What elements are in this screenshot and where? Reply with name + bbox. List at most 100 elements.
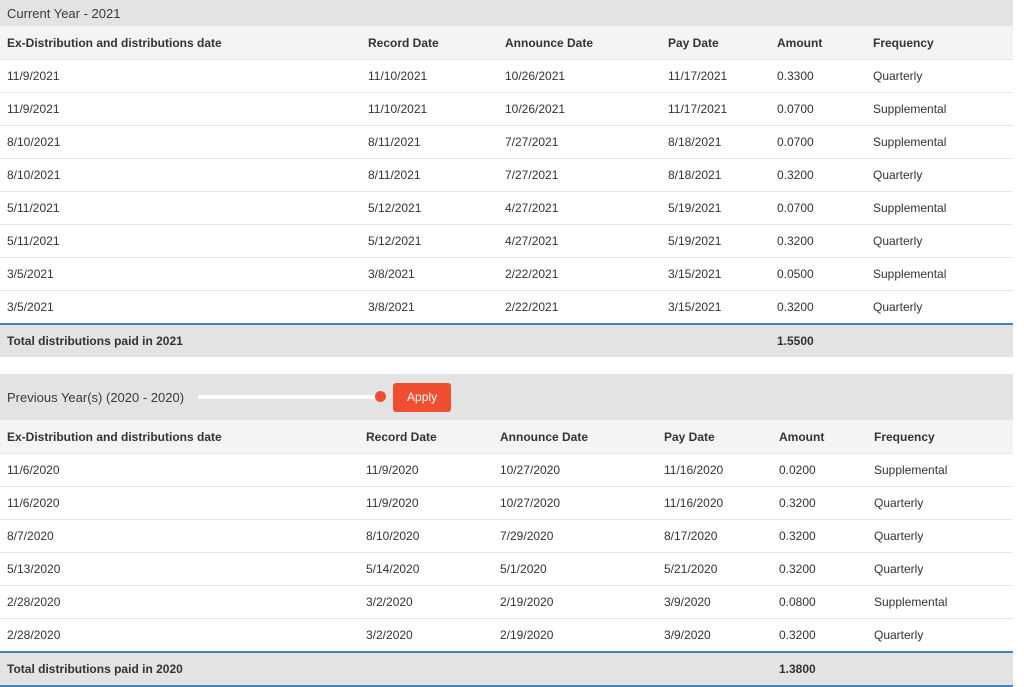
pay-date-cell: 5/21/2020: [657, 552, 772, 586]
ex-date-cell: 11/6/2020: [0, 486, 359, 520]
amount-cell: 0.0700: [770, 92, 866, 126]
frequency-cell: Quarterly: [866, 290, 1013, 324]
announce-date-cell: 2/22/2021: [498, 257, 661, 291]
announce-date-cell: 10/27/2020: [493, 486, 657, 520]
frequency-cell: Supplemental: [866, 257, 1013, 291]
ex-date-cell: 11/9/2021: [0, 92, 361, 126]
slider-handle[interactable]: [375, 391, 387, 402]
pay-date-cell: 11/17/2021: [661, 92, 770, 126]
total-row-2021: Total distributions paid in 2021 1.5500: [0, 323, 1013, 359]
column-header-ex-date[interactable]: Ex-Distribution and distributions date: [0, 26, 361, 60]
column-header-pay-date[interactable]: Pay Date: [661, 26, 770, 60]
amount-cell: 0.3200: [772, 618, 867, 652]
previous-years-header: Previous Year(s) (2020 - 2020) Apply: [0, 374, 1013, 420]
pay-date-cell: 5/19/2021: [661, 191, 770, 225]
column-header-announce-date[interactable]: Announce Date: [493, 420, 657, 454]
pay-date-cell: 8/18/2021: [661, 125, 770, 159]
announce-date-cell: 4/27/2021: [498, 191, 661, 225]
pay-date-cell: 3/15/2021: [661, 290, 770, 324]
current-year-table: Ex-Distribution and distributions date R…: [0, 26, 1013, 359]
ex-date-cell: 8/10/2021: [0, 158, 361, 192]
column-header-record-date[interactable]: Record Date: [359, 420, 493, 454]
amount-cell: 0.3200: [770, 290, 866, 324]
table-row: 8/10/2021 8/11/2021 7/27/2021 8/18/2021 …: [0, 158, 1013, 192]
pay-date-cell: 5/19/2021: [661, 224, 770, 258]
frequency-cell: Supplemental: [867, 453, 1013, 487]
table-row: 2/28/2020 3/2/2020 2/19/2020 3/9/2020 0.…: [0, 618, 1013, 652]
announce-date-cell: 7/27/2021: [498, 125, 661, 159]
announce-date-cell: 4/27/2021: [498, 224, 661, 258]
frequency-cell: Supplemental: [866, 125, 1013, 159]
announce-date-cell: 7/29/2020: [493, 519, 657, 553]
column-header-frequency[interactable]: Frequency: [867, 420, 1013, 454]
table-row: 11/9/2021 11/10/2021 10/26/2021 11/17/20…: [0, 92, 1013, 126]
table-row: 11/6/2020 11/9/2020 10/27/2020 11/16/202…: [0, 453, 1013, 487]
column-header-frequency[interactable]: Frequency: [866, 26, 1013, 60]
announce-date-cell: 2/19/2020: [493, 618, 657, 652]
total-value: 1.3800: [772, 651, 867, 687]
current-year-column-headers: Ex-Distribution and distributions date R…: [0, 26, 1013, 60]
ex-date-cell: 11/9/2021: [0, 59, 361, 93]
ex-date-cell: 3/5/2021: [0, 290, 361, 324]
current-year-title: Current Year - 2021: [7, 5, 121, 21]
record-date-cell: 8/11/2021: [361, 158, 498, 192]
record-date-cell: 5/12/2021: [361, 224, 498, 258]
column-header-ex-date[interactable]: Ex-Distribution and distributions date: [0, 420, 359, 454]
frequency-cell: Quarterly: [866, 59, 1013, 93]
column-header-announce-date[interactable]: Announce Date: [498, 26, 661, 60]
pay-date-cell: 3/9/2020: [657, 618, 772, 652]
ex-date-cell: 8/7/2020: [0, 519, 359, 553]
frequency-cell: Quarterly: [866, 224, 1013, 258]
record-date-cell: 5/14/2020: [359, 552, 493, 586]
previous-years-title: Previous Year(s) (2020 - 2020): [7, 389, 185, 405]
amount-cell: 0.0500: [770, 257, 866, 291]
current-year-panel: Current Year - 2021 Ex-Distribution and …: [0, 0, 1013, 359]
column-header-record-date[interactable]: Record Date: [361, 26, 498, 60]
year-range-slider[interactable]: [198, 390, 387, 404]
pay-date-cell: 8/17/2020: [657, 519, 772, 553]
current-year-header: Current Year - 2021: [0, 0, 1013, 26]
amount-cell: 0.0800: [772, 585, 867, 619]
slider-track[interactable]: [198, 395, 381, 399]
pay-date-cell: 3/9/2020: [657, 585, 772, 619]
announce-date-cell: 2/22/2021: [498, 290, 661, 324]
ex-date-cell: 5/11/2021: [0, 191, 361, 225]
column-header-pay-date[interactable]: Pay Date: [657, 420, 772, 454]
ex-date-cell: 3/5/2021: [0, 257, 361, 291]
pay-date-cell: 11/16/2020: [657, 486, 772, 520]
ex-date-cell: 8/10/2021: [0, 125, 361, 159]
apply-button[interactable]: Apply: [393, 382, 452, 412]
table-row: 2/28/2020 3/2/2020 2/19/2020 3/9/2020 0.…: [0, 585, 1013, 619]
table-row: 11/9/2021 11/10/2021 10/26/2021 11/17/20…: [0, 59, 1013, 93]
amount-cell: 0.0200: [772, 453, 867, 487]
frequency-cell: Quarterly: [867, 552, 1013, 586]
amount-cell: 0.0700: [770, 125, 866, 159]
pay-date-cell: 11/16/2020: [657, 453, 772, 487]
record-date-cell: 8/10/2020: [359, 519, 493, 553]
frequency-cell: Quarterly: [867, 618, 1013, 652]
ex-date-cell: 2/28/2020: [0, 618, 359, 652]
announce-date-cell: 7/27/2021: [498, 158, 661, 192]
panel-gap: [0, 357, 1013, 374]
frequency-cell: Supplemental: [867, 585, 1013, 619]
frequency-cell: Quarterly: [867, 519, 1013, 553]
column-header-amount[interactable]: Amount: [770, 26, 866, 60]
column-header-amount[interactable]: Amount: [772, 420, 867, 454]
amount-cell: 0.3200: [772, 519, 867, 553]
total-row-2020: Total distributions paid in 2020 1.3800: [0, 651, 1013, 687]
previous-years-panel: Previous Year(s) (2020 - 2020) Apply Ex-…: [0, 374, 1013, 687]
total-label: Total distributions paid in 2020: [0, 651, 772, 687]
announce-date-cell: 5/1/2020: [493, 552, 657, 586]
record-date-cell: 8/11/2021: [361, 125, 498, 159]
total-value: 1.5500: [770, 323, 866, 359]
previous-years-column-headers: Ex-Distribution and distributions date R…: [0, 420, 1013, 454]
pay-date-cell: 8/18/2021: [661, 158, 770, 192]
record-date-cell: 11/10/2021: [361, 92, 498, 126]
amount-cell: 0.3200: [770, 158, 866, 192]
frequency-cell: Quarterly: [867, 486, 1013, 520]
total-label: Total distributions paid in 2021: [0, 323, 770, 359]
record-date-cell: 3/2/2020: [359, 585, 493, 619]
table-row: 5/13/2020 5/14/2020 5/1/2020 5/21/2020 0…: [0, 552, 1013, 586]
announce-date-cell: 10/26/2021: [498, 92, 661, 126]
ex-date-cell: 2/28/2020: [0, 585, 359, 619]
